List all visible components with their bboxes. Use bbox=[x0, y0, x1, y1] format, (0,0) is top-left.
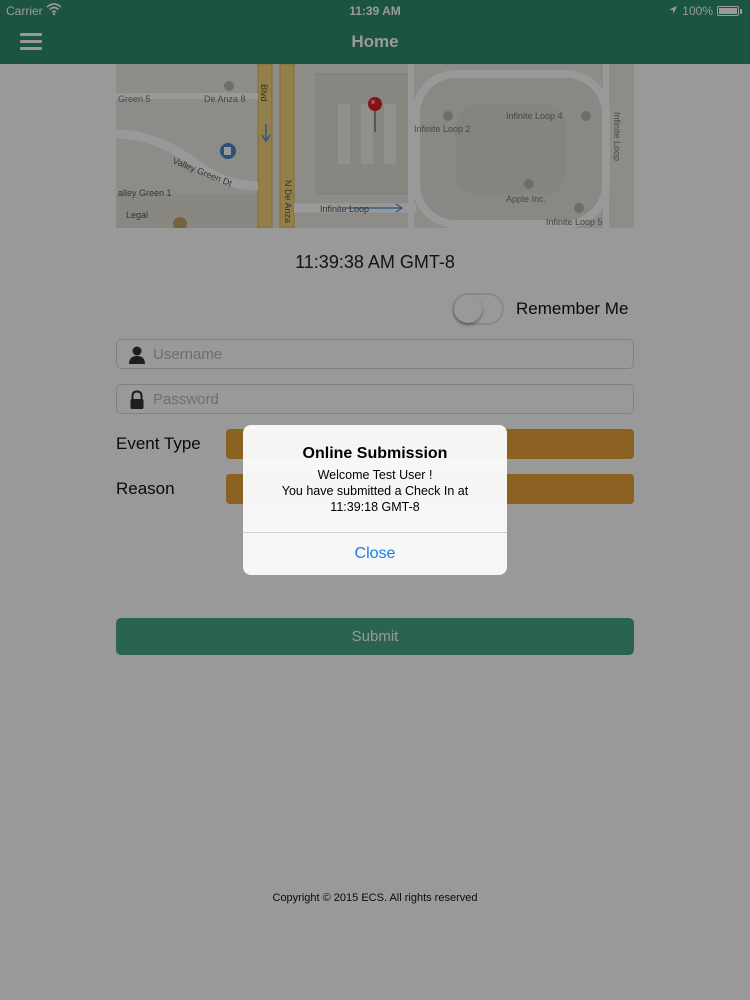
submission-alert-dialog: Online Submission Welcome Test User ! Yo… bbox=[243, 425, 507, 575]
close-button[interactable]: Close bbox=[243, 532, 507, 575]
alert-message-line2: You have submitted a Check In at bbox=[281, 484, 469, 498]
alert-message-line1: Welcome Test User ! bbox=[317, 468, 433, 482]
alert-title: Online Submission bbox=[302, 445, 448, 462]
alert-message-line3: 11:39:18 GMT-8 bbox=[330, 500, 420, 514]
alert-message: Welcome Test User ! You have submitted a… bbox=[243, 467, 507, 515]
